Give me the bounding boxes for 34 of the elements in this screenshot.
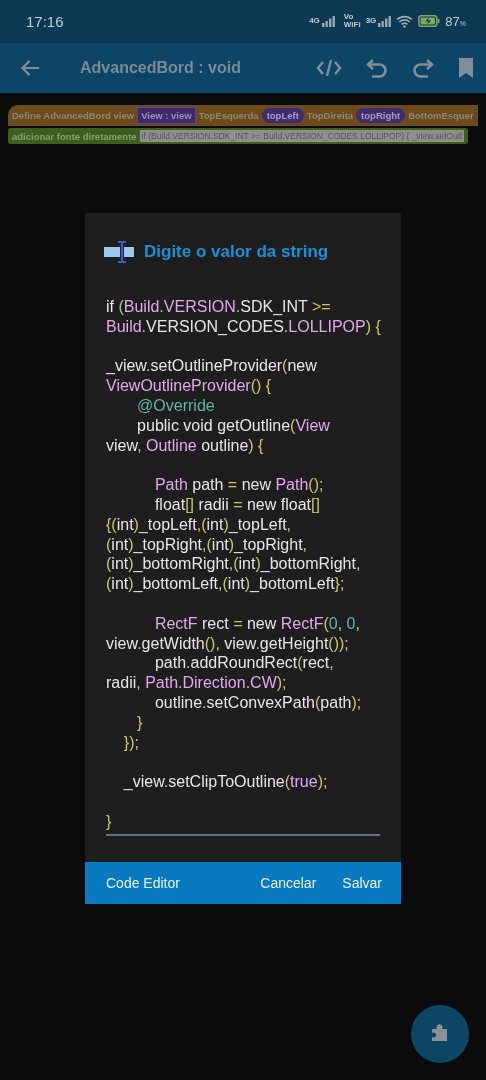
network-label: 4G bbox=[309, 16, 320, 25]
dialog-button[interactable]: Cancelar bbox=[247, 868, 330, 897]
back-arrow-icon bbox=[20, 59, 40, 77]
undo-button[interactable] bbox=[364, 56, 390, 80]
block-label: Define AdvancedBord view bbox=[12, 110, 135, 121]
variable-pill[interactable]: topLeft bbox=[261, 108, 304, 123]
signal-icon bbox=[321, 15, 335, 27]
dialog-title: Digite o valor da string bbox=[144, 242, 329, 262]
vowifi-label: Vo WiFi bbox=[343, 13, 361, 29]
code-input-field[interactable]: if (Build.VERSION.SDK_INT >= Build.VERSION_CODES.LOLLIPOP) { _view.setOutlineProvider(new ViewOutlineProvider() { @Override public void getOutline(View view, Outline outline) { Path path = new Path(); float[] radii = new float[] {(int)_topLeft,(int)_topLeft, (int)_topRight,(int)_topRight, (int)_bottomRight,(int)_bottomRight, (int)_bottomLeft,(int)_bottomLeft}; RectF rect = new RectF(0, 0, view.getWidth(), view.getHeight()); path.addRoundRect(rect, radii, Path.Direction.CW); outline.setConvexPath(path); } }); _view.setClipToOutline(true); } bbox=[106, 297, 380, 836]
block-label: adicionar fonte diretamente bbox=[12, 130, 137, 142]
bookmark-icon bbox=[458, 57, 474, 79]
undo-icon bbox=[366, 58, 388, 78]
redo-icon bbox=[412, 58, 434, 78]
network-label: 3G bbox=[365, 16, 377, 25]
block-label: TopDireita bbox=[306, 110, 354, 121]
block-label: TopEsquerda bbox=[198, 110, 259, 121]
parameter-slot[interactable]: View : view bbox=[137, 107, 196, 124]
define-block[interactable]: Define AdvancedBord view View : view TopEsquerda topLeft TopDireita topRight BottomEsquer bbox=[8, 105, 478, 126]
dialog-button[interactable]: Code Editor bbox=[93, 868, 193, 897]
puzzle-piece-icon bbox=[430, 1024, 450, 1044]
redo-button[interactable] bbox=[410, 56, 436, 80]
wifi-icon bbox=[396, 14, 414, 28]
signal-icon bbox=[378, 15, 392, 27]
bookmark-button[interactable] bbox=[456, 55, 476, 81]
status-time: 17:16 bbox=[26, 12, 64, 30]
screen-title: AdvancedBord : void bbox=[80, 59, 241, 77]
variable-pill[interactable]: topRight bbox=[356, 108, 406, 123]
block-label: BottomEsquer bbox=[408, 110, 474, 121]
code-icon bbox=[316, 58, 342, 78]
dialog-button[interactable]: Salvar bbox=[329, 868, 395, 897]
back-button[interactable] bbox=[18, 57, 42, 79]
text-field-icon bbox=[104, 241, 134, 263]
battery-charging-icon bbox=[418, 15, 441, 27]
